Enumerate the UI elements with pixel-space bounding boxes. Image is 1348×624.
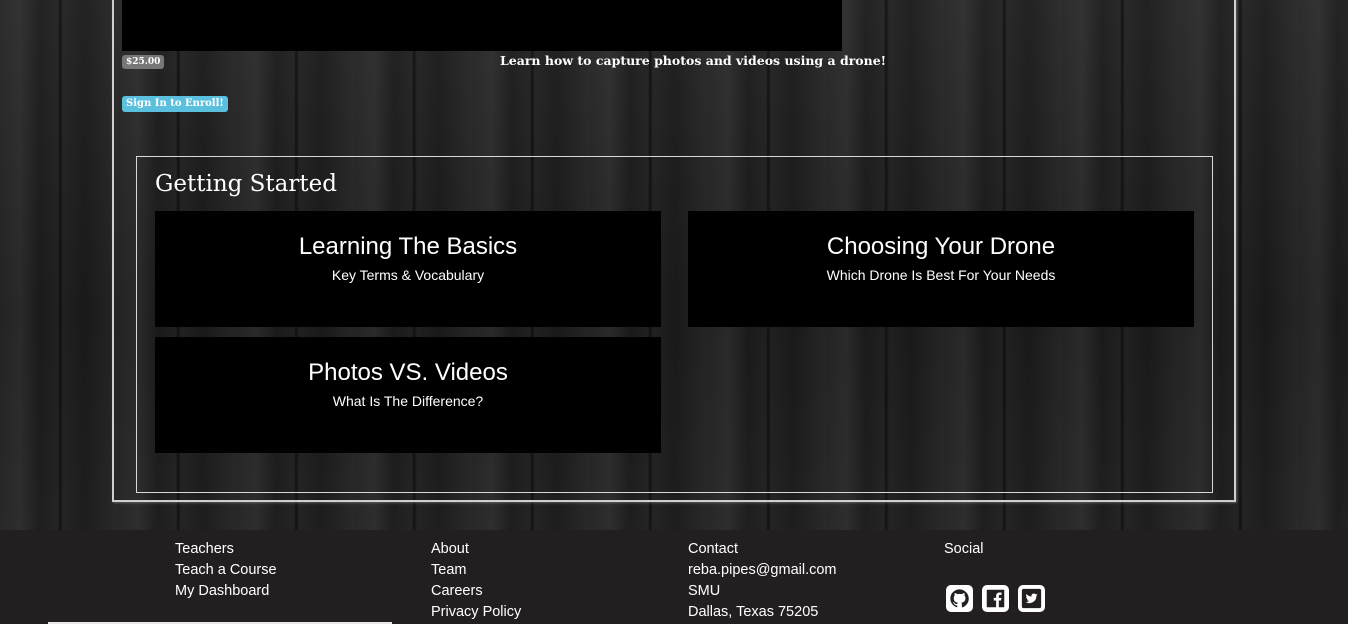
twitter-icon[interactable] — [1018, 585, 1045, 612]
card-subtitle: Which Drone Is Best For Your Needs — [826, 267, 1056, 283]
footer-link-careers[interactable]: Careers — [431, 581, 521, 602]
sign-in-to-enroll-button[interactable]: Sign In to Enroll! — [122, 96, 228, 112]
footer-contact-org: SMU — [688, 583, 721, 599]
footer-teachers-heading: Teachers — [175, 541, 234, 557]
card-title: Photos VS. Videos — [308, 359, 508, 386]
footer-link-team[interactable]: Team — [431, 560, 521, 581]
price-badge: $25.00 — [122, 55, 165, 69]
facebook-icon[interactable] — [982, 585, 1009, 612]
footer-contact-email[interactable]: reba.pipes@gmail.com — [688, 560, 837, 581]
card-learning-the-basics[interactable]: Learning The Basics Key Terms & Vocabula… — [155, 211, 661, 327]
footer-contact-heading: Contact — [688, 541, 738, 557]
getting-started-title: Getting Started — [155, 171, 337, 197]
card-title: Learning The Basics — [298, 233, 518, 260]
footer-contact-column: Contact reba.pipes@gmail.com SMU Dallas,… — [688, 539, 837, 623]
footer-about-column: About Team Careers Privacy Policy — [431, 539, 521, 623]
card-title: Choosing Your Drone — [826, 233, 1056, 260]
footer-social-heading: Social — [944, 541, 984, 557]
course-description: Learn how to capture photos and videos u… — [500, 53, 887, 68]
card-choosing-your-drone[interactable]: Choosing Your Drone Which Drone Is Best … — [688, 211, 1194, 327]
footer-contact-address: Dallas, Texas 75205 — [688, 604, 819, 620]
footer-link-teach-a-course[interactable]: Teach a Course — [175, 560, 277, 581]
footer-link-my-dashboard[interactable]: My Dashboard — [175, 581, 277, 602]
footer-teachers-column: Teachers Teach a Course My Dashboard — [175, 539, 277, 602]
course-video[interactable] — [122, 0, 842, 51]
footer-link-privacy-policy[interactable]: Privacy Policy — [431, 602, 521, 623]
github-icon[interactable] — [946, 585, 973, 612]
card-subtitle: Key Terms & Vocabulary — [331, 267, 485, 283]
footer-social-column: Social — [944, 539, 984, 560]
card-photos-vs-videos[interactable]: Photos VS. Videos What Is The Difference… — [155, 337, 661, 453]
footer-about-heading: About — [431, 541, 469, 557]
social-icons — [946, 585, 1045, 612]
card-subtitle: What Is The Difference? — [332, 393, 484, 409]
